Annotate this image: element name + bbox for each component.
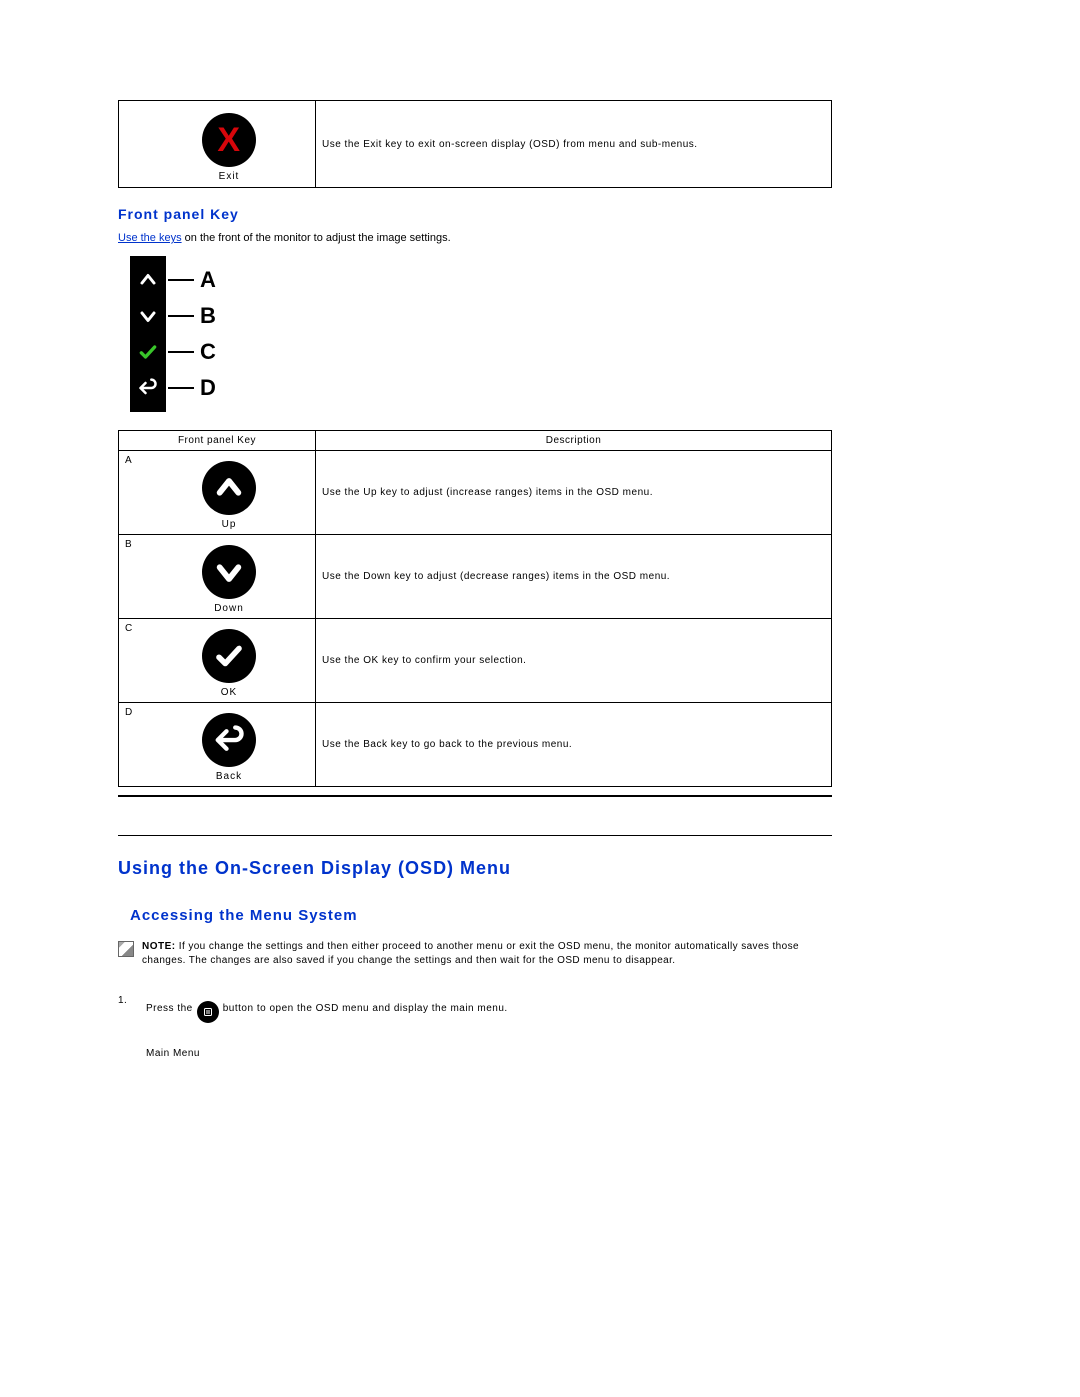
front-panel-table: Front panel Key Description A Up Use the… [118,430,832,787]
fp-row-desc: Use the Down key to adjust (decrease ran… [316,535,832,619]
x-icon: X [217,123,240,157]
table-row: A Up Use the Up key to adjust (increase … [119,451,832,535]
down-icon [202,545,256,599]
fp-th-key: Front panel Key [119,431,316,451]
exit-icon: X [202,113,256,167]
panel-strip-labels: A B C D [168,262,216,406]
fp-row-letter: D [119,703,144,787]
strip-back-icon [138,370,158,406]
exit-description: Use the Exit key to exit on-screen displ… [316,101,832,188]
note-label: NOTE: [142,941,176,952]
fp-row-iconcell: Back [143,703,316,787]
fp-th-desc: Description [316,431,832,451]
table-row: C OK Use the OK key to confirm your sele… [119,619,832,703]
down-icon-label: Down [149,603,309,614]
osd-heading: Using the On-Screen Display (OSD) Menu [118,858,832,879]
step-1: 1. Press the button to open the OSD menu… [118,995,832,1065]
osd-subheading: Accessing the Menu System [130,907,832,924]
diagram-label-c: C [200,339,216,365]
diagram-label-d: D [200,375,216,401]
front-panel-diagram: A B C D [130,256,832,412]
strip-down-icon [139,298,157,334]
exit-row-letter-cell [119,101,144,188]
fp-row-iconcell: Down [143,535,316,619]
diagram-label-a: A [200,267,216,293]
ok-icon [202,629,256,683]
front-panel-sentence-tail: on the front of the monitor to adjust th… [182,232,451,244]
table-row: D Back Use the Back key to go back to th… [119,703,832,787]
fp-row-iconcell: OK [143,619,316,703]
panel-strip [130,256,166,412]
fp-row-desc: Use the Back key to go back to the previ… [316,703,832,787]
back-icon-label: Back [149,771,309,782]
up-icon-label: Up [149,519,309,530]
fp-row-letter: C [119,619,144,703]
fp-row-desc: Use the Up key to adjust (increase range… [316,451,832,535]
exit-key-table: X Exit Use the Exit key to exit on-scree… [118,100,832,188]
note-icon [118,941,134,957]
step-number: 1. [118,995,146,1006]
note-block: NOTE: If you change the settings and the… [118,940,832,967]
strip-up-icon [139,262,157,298]
front-panel-sentence: Use the keys on the front of the monitor… [118,232,832,244]
up-icon [202,461,256,515]
step-text-post: button to open the OSD menu and display … [223,998,508,1020]
fp-row-desc: Use the OK key to confirm your selection… [316,619,832,703]
menu-button-icon [197,1001,219,1023]
exit-icon-cell: X Exit [143,101,316,188]
fp-row-letter: B [119,535,144,619]
fp-row-letter: A [119,451,144,535]
strip-ok-icon [138,334,158,370]
table-row: B Down Use the Down key to adjust (decre… [119,535,832,619]
fp-row-iconcell: Up [143,451,316,535]
back-icon [202,713,256,767]
front-panel-heading: Front panel Key [118,206,832,222]
note-text: NOTE: If you change the settings and the… [142,940,832,967]
main-menu-label: Main Menu [146,1043,508,1065]
diagram-label-b: B [200,303,216,329]
note-body: If you change the settings and then eith… [142,941,799,966]
ok-icon-label: OK [149,687,309,698]
step-text-pre: Press the [146,998,193,1020]
use-the-keys-link[interactable]: Use the keys [118,232,182,244]
exit-icon-label: Exit [149,171,309,182]
